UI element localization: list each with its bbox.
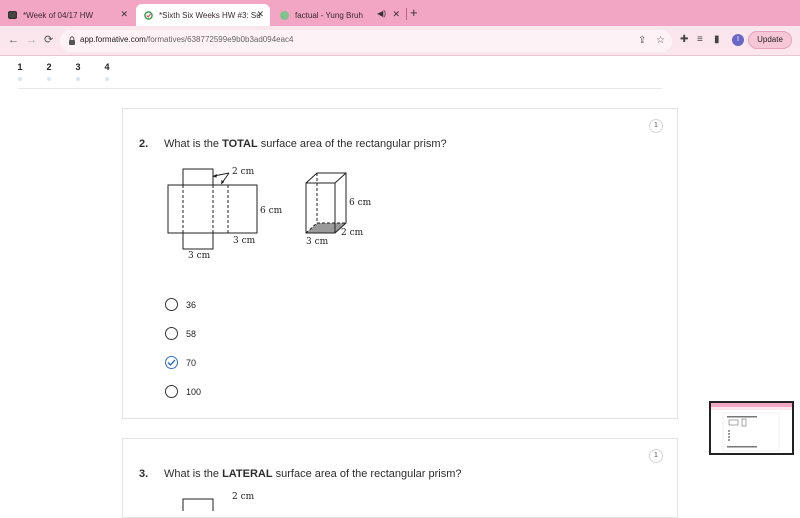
- radio-button-selected[interactable]: [165, 356, 178, 369]
- classroom-icon: [8, 11, 17, 19]
- question-status-dot: [18, 77, 22, 81]
- tab-title: *Week of 04/17 HW: [23, 10, 94, 20]
- points-badge: 1: [649, 449, 663, 463]
- question-nav-number: 4: [104, 62, 110, 72]
- update-button[interactable]: Update: [748, 31, 792, 49]
- url-path: /formatives/638772599e9b0b3ad094eac4: [145, 35, 294, 44]
- net-label-top: 2 cm: [232, 492, 255, 502]
- share-icon[interactable]: ⇪: [638, 35, 646, 46]
- question-text-suffix: surface area of the rectangular prism?: [272, 468, 462, 480]
- question-nav-item[interactable]: 3: [71, 62, 85, 81]
- close-icon[interactable]: ✕: [256, 9, 264, 20]
- reload-icon[interactable]: ⟳: [44, 34, 53, 46]
- net-label-bottom: 3 cm: [188, 251, 211, 261]
- choice-label: 58: [186, 328, 197, 339]
- profile-avatar[interactable]: I: [732, 34, 744, 46]
- question-nav-number: 3: [75, 62, 81, 72]
- net-label-right: 6 cm: [260, 206, 283, 216]
- choice-label: 70: [186, 357, 197, 368]
- formative-icon: [144, 10, 153, 20]
- tab-title: *Sixth Six Weeks HW #3: Surfa: [159, 10, 261, 20]
- tab-week-hw[interactable]: *Week of 04/17 HW ✕: [0, 4, 134, 26]
- extensions-icon[interactable]: ✚: [680, 34, 688, 46]
- answer-choice[interactable]: 100: [165, 385, 201, 398]
- music-icon: [280, 10, 289, 20]
- prism-label-height: 6 cm: [349, 198, 372, 208]
- prism-diagram: 2 cm 6 cm 3 cm 3 cm 6 cm 2 cm 3 cm: [167, 167, 372, 261]
- divider: [18, 88, 662, 89]
- question-number: 3.: [139, 468, 149, 480]
- prism-label-width: 3 cm: [306, 237, 329, 247]
- question-nav-number: 2: [46, 62, 52, 72]
- question-nav-item[interactable]: 2: [42, 62, 56, 81]
- bookmark-star-icon[interactable]: ☆: [656, 35, 665, 46]
- question-status-dot: [76, 77, 80, 81]
- prism-label-depth: 2 cm: [341, 228, 364, 238]
- tab-strip: *Week of 04/17 HW ✕ *Sixth Six Weeks HW …: [0, 0, 800, 26]
- prism-3d: [305, 172, 347, 234]
- question-text-suffix: surface area of the rectangular prism?: [257, 138, 447, 150]
- points-badge: 1: [649, 119, 663, 133]
- question-text: What is the TOTAL surface area of the re…: [164, 138, 447, 150]
- question-card: 1 2. What is the TOTAL surface area of t…: [122, 108, 678, 419]
- question-status-dot: [47, 77, 51, 81]
- question-text-emphasis: LATERAL: [222, 468, 273, 480]
- close-icon[interactable]: ✕: [120, 9, 128, 20]
- url-host: app.formative.com: [80, 35, 146, 44]
- forward-arrow-icon[interactable]: →: [26, 34, 37, 46]
- radio-button[interactable]: [165, 327, 178, 340]
- close-icon[interactable]: ✕: [392, 9, 400, 20]
- screen-preview-thumbnail[interactable]: [709, 401, 794, 455]
- tab-divider: [406, 8, 407, 20]
- answer-choice[interactable]: 36: [165, 298, 196, 311]
- url-text: app.formative.com/formatives/638772599e9…: [80, 35, 294, 44]
- question-text: What is the LATERAL surface area of the …: [164, 468, 462, 480]
- reading-list-icon[interactable]: ≡: [697, 34, 703, 46]
- question-nav-item[interactable]: 4: [100, 62, 114, 81]
- question-card: 1 3. What is the LATERAL surface area of…: [122, 438, 678, 518]
- question-text-prefix: What is the: [164, 468, 223, 480]
- choice-label: 36: [186, 299, 197, 310]
- side-panel-icon[interactable]: ▮: [714, 34, 720, 46]
- question-status-dot: [105, 77, 109, 81]
- back-arrow-icon[interactable]: ←: [8, 34, 19, 46]
- answer-choice[interactable]: 70: [165, 356, 196, 369]
- lock-icon: [69, 36, 75, 45]
- prism-diagram: 2 cm: [182, 492, 255, 511]
- preview-image: [711, 403, 792, 452]
- question-text-emphasis: TOTAL: [222, 138, 258, 150]
- tab-title: factual - Yung Bruh: [295, 10, 363, 20]
- checkmark-icon: [167, 359, 176, 366]
- answer-choice[interactable]: 58: [165, 327, 196, 340]
- speaker-icon[interactable]: ◀): [377, 9, 386, 18]
- net-label-top: 2 cm: [232, 167, 255, 177]
- new-tab-button[interactable]: +: [410, 6, 418, 20]
- question-nav-number: 1: [17, 62, 23, 72]
- question-number: 2.: [139, 138, 149, 150]
- question-nav: 1 2 3 4: [0, 56, 800, 90]
- address-bar[interactable]: app.formative.com/formatives/638772599e9…: [60, 30, 672, 52]
- question-nav-item[interactable]: 1: [13, 62, 27, 81]
- choice-label: 100: [186, 386, 202, 397]
- tab-factual[interactable]: factual - Yung Bruh ◀) ✕: [272, 4, 406, 26]
- tab-sixth-six-weeks[interactable]: *Sixth Six Weeks HW #3: Surfa ✕: [136, 4, 270, 26]
- browser-toolbar: ← → ⟳ app.formative.com/formatives/63877…: [0, 26, 800, 56]
- radio-button[interactable]: [165, 385, 178, 398]
- radio-button[interactable]: [165, 298, 178, 311]
- net-label-bottom-inner: 3 cm: [233, 236, 256, 246]
- question-text-prefix: What is the: [164, 138, 223, 150]
